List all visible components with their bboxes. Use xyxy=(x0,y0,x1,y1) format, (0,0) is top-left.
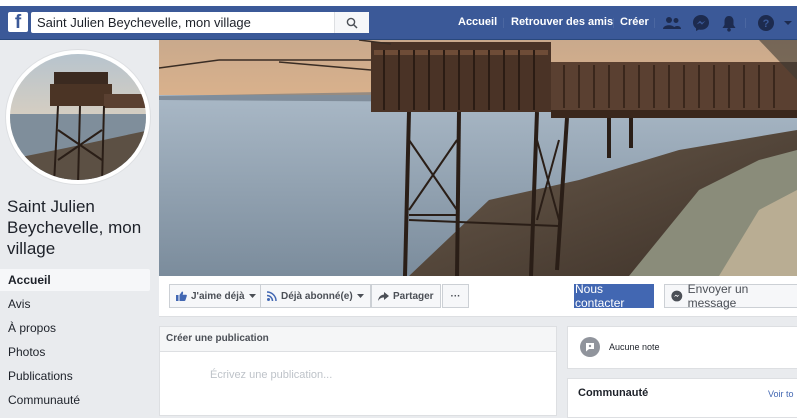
nav-find-friends-link[interactable]: Retrouver des amis xyxy=(511,12,613,33)
sidebar-item-community[interactable]: Communauté xyxy=(0,389,150,411)
like-button[interactable]: J'aime déjà xyxy=(169,284,263,308)
bell-icon[interactable] xyxy=(719,13,739,33)
share-button-label: Partager xyxy=(393,290,434,302)
create-post-box: Créer une publication Écrivez une public… xyxy=(159,326,557,416)
nav-home-link[interactable]: Accueil xyxy=(458,12,497,33)
like-icon xyxy=(176,291,187,301)
share-icon xyxy=(378,291,389,301)
nav-separator xyxy=(745,18,746,28)
search-button[interactable] xyxy=(334,12,369,33)
sidebar-item-reviews[interactable]: Avis xyxy=(0,293,150,315)
nav-create-link[interactable]: Créer xyxy=(620,12,649,33)
rating-text: Aucune note xyxy=(609,342,660,352)
nav-separator xyxy=(654,18,655,28)
more-options-button[interactable]: ··· xyxy=(442,284,469,308)
cover-photo[interactable] xyxy=(159,40,797,276)
search-icon xyxy=(346,17,358,29)
contact-us-button[interactable]: Nous contacter xyxy=(574,282,654,310)
page-title: Saint Julien Beychevelle, mon village xyxy=(7,197,142,258)
profile-picture[interactable] xyxy=(6,50,150,184)
send-message-button[interactable]: Envoyer un message xyxy=(664,282,797,310)
follow-button-label: Déjà abonné(e) xyxy=(281,290,353,302)
svg-text:?: ? xyxy=(763,18,770,30)
sidebar-item-photos[interactable]: Photos xyxy=(0,341,150,363)
share-button[interactable]: Partager xyxy=(371,284,441,308)
note-icon xyxy=(580,337,600,357)
nav-separator xyxy=(613,18,614,28)
create-post-header: Créer une publication xyxy=(160,327,556,352)
help-icon[interactable]: ? xyxy=(756,13,776,33)
follow-button[interactable]: Déjà abonné(e) xyxy=(260,284,371,308)
chevron-down-icon[interactable] xyxy=(781,13,795,33)
community-see-all-link[interactable]: Voir to xyxy=(768,389,794,399)
chevron-down-icon xyxy=(356,293,364,298)
rating-card: Aucune note xyxy=(567,326,797,369)
send-message-label: Envoyer un message xyxy=(687,282,749,310)
post-input[interactable]: Écrivez une publication... xyxy=(210,369,332,381)
nav-separator xyxy=(503,18,504,28)
top-navigation-bar: f Accueil Retrouver des amis Créer ? xyxy=(0,6,797,40)
search-input[interactable] xyxy=(31,12,369,33)
sidebar-item-posts[interactable]: Publications xyxy=(0,365,150,387)
community-title: Communauté xyxy=(578,387,649,399)
rss-icon xyxy=(267,291,277,301)
sidebar-item-home[interactable]: Accueil xyxy=(0,269,150,291)
messenger-icon[interactable] xyxy=(691,13,711,33)
chevron-down-icon xyxy=(248,293,256,298)
page-action-bar: J'aime déjà Déjà abonné(e) Partager ··· … xyxy=(159,276,797,317)
community-card: Communauté Voir to xyxy=(567,378,797,418)
facebook-logo[interactable]: f xyxy=(8,12,28,33)
messenger-small-icon xyxy=(671,290,683,302)
sidebar-item-about[interactable]: À propos xyxy=(0,317,150,339)
friends-icon[interactable] xyxy=(662,13,682,33)
like-button-label: J'aime déjà xyxy=(191,290,245,302)
